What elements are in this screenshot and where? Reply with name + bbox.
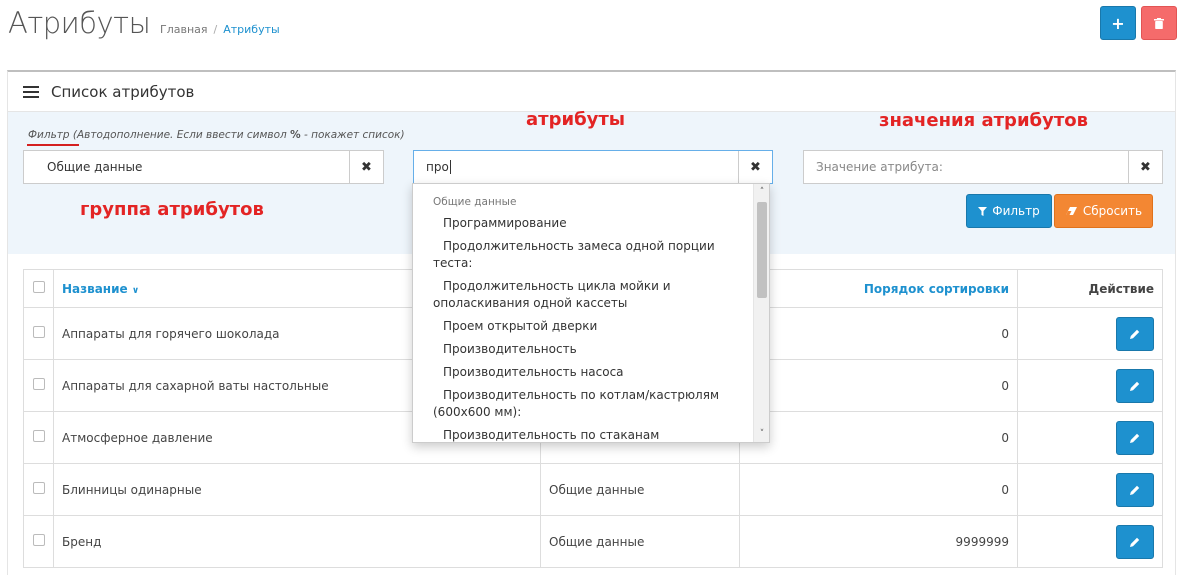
edit-button[interactable] (1116, 420, 1154, 455)
autocomplete-item[interactable]: Производительность по котлам/кастрюлям (… (413, 384, 753, 424)
row-checkbox[interactable] (32, 534, 45, 546)
eraser-icon (1065, 206, 1077, 215)
close-icon: ✖ (361, 159, 372, 175)
row-name: Блинницы одинарные (53, 463, 541, 516)
edit-button[interactable] (1116, 316, 1154, 351)
add-button[interactable]: + (1100, 6, 1136, 40)
action-column-header: Действие (1017, 269, 1163, 308)
pencil-icon (1130, 329, 1140, 339)
edit-button[interactable] (1116, 368, 1154, 403)
close-icon: ✖ (750, 159, 761, 175)
annotation-underline (27, 144, 79, 146)
list-icon (23, 85, 39, 98)
close-icon: ✖ (1140, 159, 1151, 175)
attribute-name-field[interactable]: про ✖ (413, 150, 773, 184)
scroll-down-icon[interactable]: ˅ (754, 426, 769, 442)
autocomplete-item[interactable]: Производительность (413, 338, 753, 361)
row-sort-order: 0 (739, 463, 1018, 516)
scroll-up-icon[interactable]: ˄ (754, 184, 769, 200)
pencil-icon (1130, 381, 1140, 391)
filter-note: Фильтр (Автодополнение. Если ввести симв… (28, 129, 405, 141)
annotation-attributes: атрибуты (526, 109, 626, 130)
chevron-down-icon: ∨ (131, 285, 140, 296)
row-sort-order: 0 (739, 307, 1018, 360)
autocomplete-item[interactable]: Программирование (413, 212, 753, 235)
row-name: Бренд (53, 515, 541, 568)
row-sort-order: 0 (739, 411, 1018, 464)
pencil-icon (1130, 485, 1140, 495)
clear-attribute-button[interactable]: ✖ (738, 151, 772, 183)
annotation-attribute-group: группа атрибутов (80, 199, 264, 220)
row-sort-order: 0 (739, 359, 1018, 412)
autocomplete-item[interactable]: Продолжительность замеса одной порции те… (413, 235, 753, 275)
panel-heading: Список атрибутов (8, 72, 1175, 112)
row-sort-order: 9999999 (739, 515, 1018, 568)
breadcrumb-current[interactable]: Атрибуты (223, 23, 279, 36)
row-checkbox[interactable] (32, 378, 45, 390)
row-group: Общие данные (540, 463, 740, 516)
sort-order-column-header[interactable]: Порядок сортировки (739, 269, 1018, 308)
funnel-icon (978, 206, 988, 216)
annotation-attribute-values: значения атрибутов (879, 110, 1089, 131)
breadcrumb: Главная / Атрибуты (160, 23, 280, 36)
row-checkbox[interactable] (32, 326, 45, 338)
dropdown-scrollbar[interactable]: ˄ ˅ (753, 184, 769, 442)
row-group: Общие данные (540, 515, 740, 568)
panel-title: Список атрибутов (51, 82, 195, 101)
autocomplete-group-header: Общие данные (433, 196, 517, 208)
table-row: Блинницы одинарные Общие данные 0 (23, 463, 1163, 516)
reset-button[interactable]: Сбросить (1054, 194, 1153, 228)
row-checkbox[interactable] (32, 482, 45, 494)
table-row: Бренд Общие данные 9999999 (23, 515, 1163, 568)
attribute-group-field[interactable]: Общие данные ✖ (23, 150, 384, 184)
delete-button[interactable] (1141, 6, 1177, 40)
trash-icon (1154, 17, 1164, 29)
edit-button[interactable] (1116, 472, 1154, 507)
pencil-icon (1130, 433, 1140, 443)
attribute-name-input[interactable]: про (414, 151, 738, 183)
page-title: Атрибуты (8, 6, 151, 40)
edit-button[interactable] (1116, 524, 1154, 559)
plus-icon: + (1111, 13, 1125, 33)
autocomplete-item[interactable]: Производительность насоса (413, 361, 753, 384)
filter-button[interactable]: Фильтр (966, 194, 1052, 228)
row-checkbox[interactable] (32, 430, 45, 442)
autocomplete-item[interactable]: Производительность по стаканам (413, 424, 753, 442)
breadcrumb-home[interactable]: Главная (160, 23, 208, 36)
clear-value-button[interactable]: ✖ (1128, 151, 1162, 183)
attribute-group-input[interactable]: Общие данные (24, 151, 349, 183)
autocomplete-dropdown: Общие данные Программирование Продолжител… (412, 183, 770, 443)
scrollbar-thumb[interactable] (757, 202, 767, 298)
select-all-checkbox[interactable] (32, 281, 45, 293)
attribute-value-field[interactable]: Значение атрибута: ✖ (803, 150, 1163, 184)
autocomplete-list: Общие данные Программирование Продолжител… (413, 184, 753, 442)
autocomplete-item[interactable]: Продолжительность цикла мойки и ополаски… (413, 275, 753, 315)
pencil-icon (1130, 537, 1140, 547)
autocomplete-item[interactable]: Проем открытой дверки (413, 315, 753, 338)
attribute-value-input[interactable]: Значение атрибута: (804, 151, 1128, 183)
clear-group-button[interactable]: ✖ (349, 151, 383, 183)
